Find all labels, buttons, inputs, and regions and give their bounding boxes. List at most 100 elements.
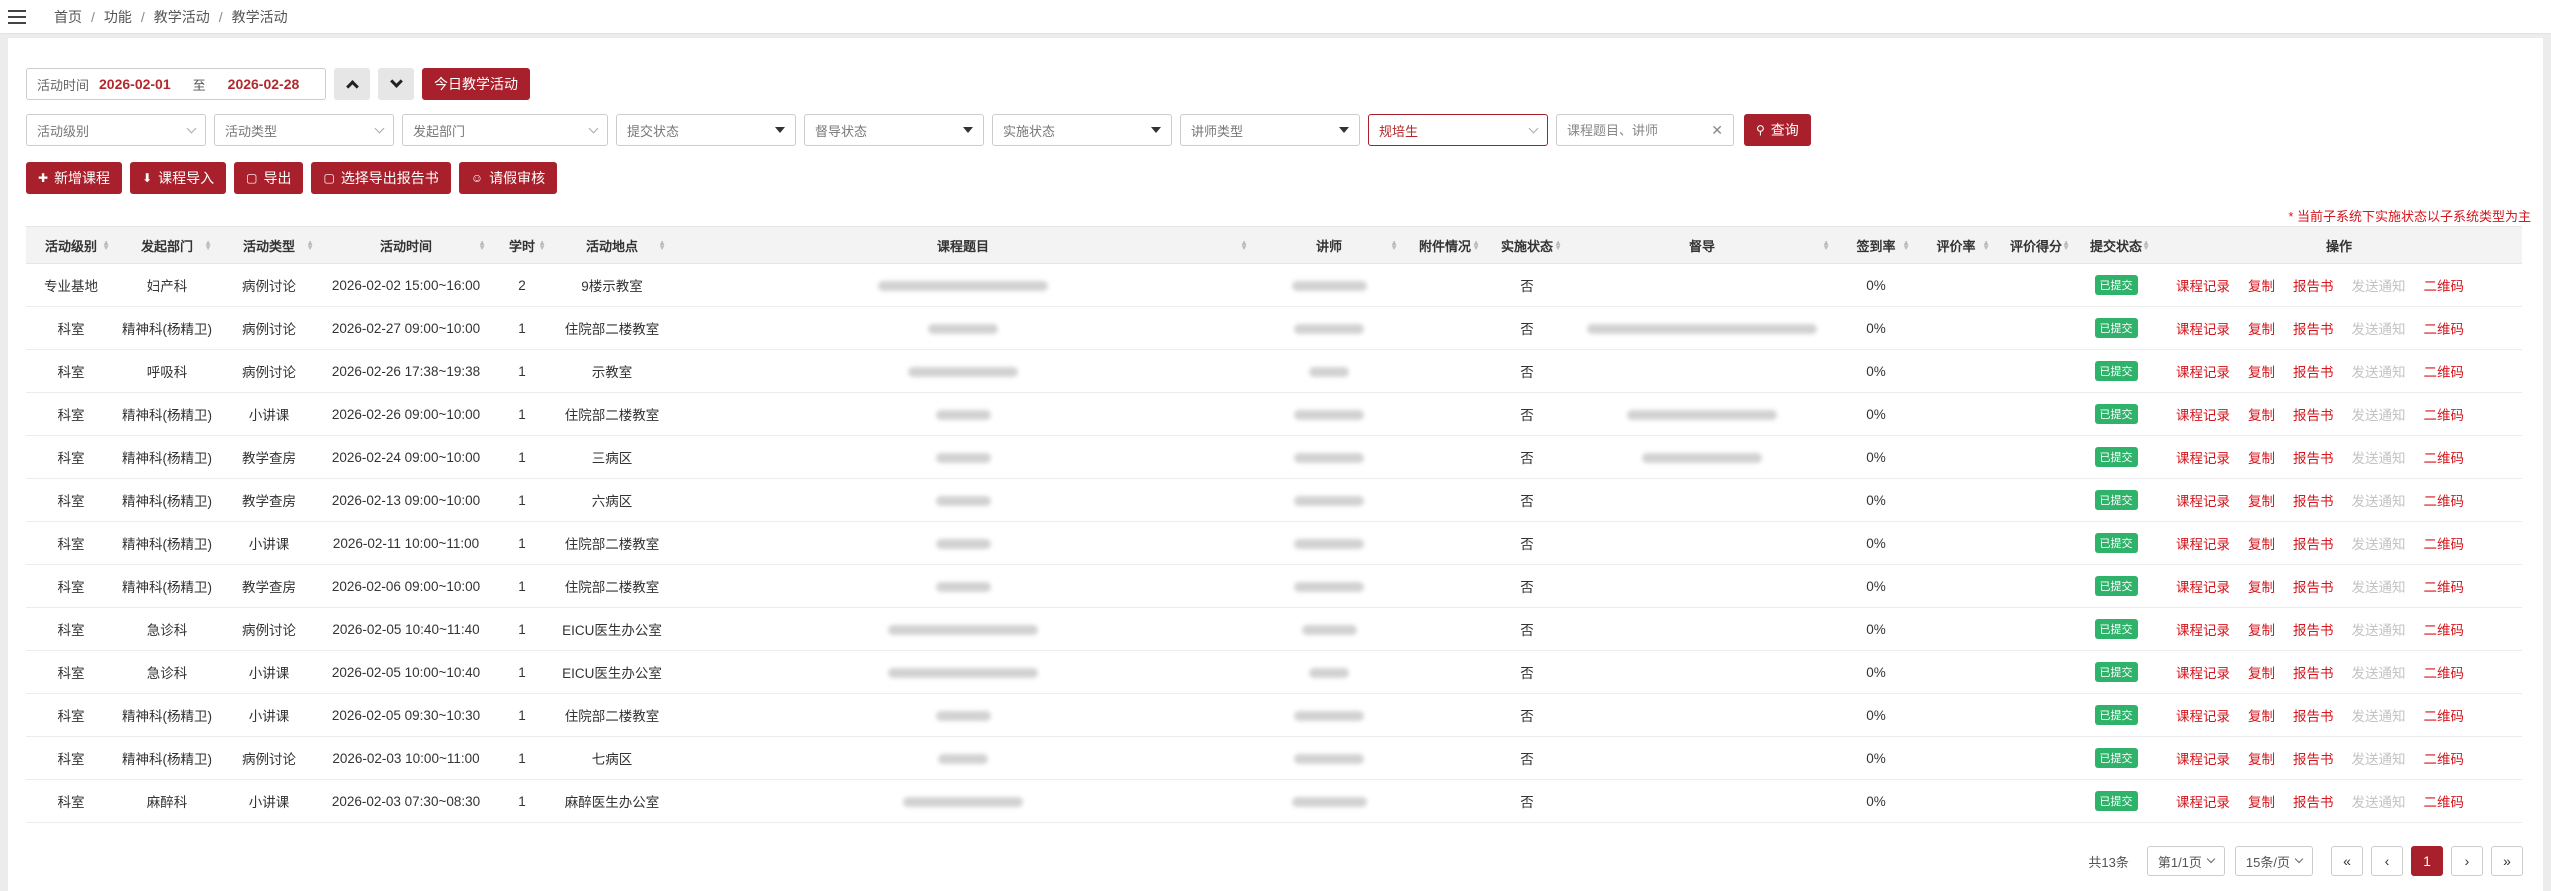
course-record-link[interactable]: 课程记录	[2176, 451, 2230, 466]
copy-link[interactable]: 复制	[2248, 709, 2275, 724]
copy-link[interactable]: 复制	[2248, 322, 2275, 337]
copy-link[interactable]: 复制	[2248, 494, 2275, 509]
copy-link[interactable]: 复制	[2248, 752, 2275, 767]
export-button[interactable]: ▢ 导出	[234, 162, 304, 194]
course-record-link[interactable]: 课程记录	[2176, 795, 2230, 810]
sort-icon[interactable]: ▲ ▼	[658, 239, 666, 252]
first-page-button[interactable]: «	[2331, 846, 2363, 876]
column-header[interactable]: 活动类型 ▲ ▼	[218, 226, 320, 264]
sort-icon[interactable]: ▲ ▼	[306, 239, 314, 252]
column-header[interactable]: 活动地点 ▲ ▼	[552, 226, 672, 264]
qrcode-link[interactable]: 二维码	[2424, 408, 2465, 423]
sort-icon[interactable]: ▲ ▼	[1390, 239, 1398, 252]
date-range-picker[interactable]: 活动时间 2026-02-01 至 2026-02-28	[26, 68, 326, 100]
clear-icon[interactable]: ✕	[1711, 122, 1723, 139]
qrcode-link[interactable]: 二维码	[2424, 494, 2465, 509]
report-link[interactable]: 报告书	[2293, 580, 2334, 595]
level-select[interactable]: 活动级别	[26, 114, 206, 146]
query-button[interactable]: ⚲ 查询	[1744, 114, 1811, 146]
column-header[interactable]: 活动级别 ▲ ▼	[26, 226, 116, 264]
copy-link[interactable]: 复制	[2248, 279, 2275, 294]
copy-link[interactable]: 复制	[2248, 537, 2275, 552]
column-header[interactable]: 讲师 ▲ ▼	[1254, 226, 1404, 264]
copy-link[interactable]: 复制	[2248, 666, 2275, 681]
sort-icon[interactable]: ▲ ▼	[2142, 239, 2150, 252]
column-header[interactable]: 附件情况 ▲ ▼	[1404, 226, 1486, 264]
column-header[interactable]: 签到率 ▲ ▼	[1836, 226, 1916, 264]
last-page-button[interactable]: »	[2491, 846, 2523, 876]
column-header[interactable]: 提交状态 ▲ ▼	[2076, 226, 2156, 264]
search-input[interactable]	[1567, 122, 1707, 138]
sort-icon[interactable]: ▲ ▼	[1240, 239, 1248, 252]
report-link[interactable]: 报告书	[2293, 408, 2334, 423]
column-header[interactable]: 活动时间 ▲ ▼	[320, 226, 492, 264]
report-link[interactable]: 报告书	[2293, 451, 2334, 466]
breadcrumb-teaching[interactable]: 教学活动	[154, 7, 210, 27]
qrcode-link[interactable]: 二维码	[2424, 537, 2465, 552]
today-activity-button[interactable]: 今日教学活动	[422, 68, 530, 100]
report-link[interactable]: 报告书	[2293, 623, 2334, 638]
export-report-button[interactable]: ▢ 选择导出报告书	[311, 162, 451, 194]
course-record-link[interactable]: 课程记录	[2176, 322, 2230, 337]
lecturer-type-select[interactable]: 讲师类型	[1180, 114, 1360, 146]
sort-icon[interactable]: ▲ ▼	[1472, 239, 1480, 252]
copy-link[interactable]: 复制	[2248, 451, 2275, 466]
prev-page-button[interactable]: ‹	[2371, 846, 2403, 876]
course-record-link[interactable]: 课程记录	[2176, 365, 2230, 380]
page-1-button[interactable]: 1	[2411, 846, 2443, 876]
add-course-button[interactable]: ✚ 新增课程	[26, 162, 123, 194]
report-link[interactable]: 报告书	[2293, 537, 2334, 552]
column-header[interactable]: 评价率 ▲ ▼	[1916, 226, 1996, 264]
report-link[interactable]: 报告书	[2293, 752, 2334, 767]
breadcrumb-home[interactable]: 首页	[54, 7, 82, 27]
sort-icon[interactable]: ▲ ▼	[478, 239, 486, 252]
import-course-button[interactable]: ⬇ 课程导入	[130, 162, 227, 194]
prev-period-button[interactable]	[334, 68, 370, 100]
date-start[interactable]: 2026-02-01	[99, 76, 171, 92]
column-header[interactable]: 发起部门 ▲ ▼	[116, 226, 218, 264]
sort-icon[interactable]: ▲ ▼	[538, 239, 546, 252]
course-record-link[interactable]: 课程记录	[2176, 494, 2230, 509]
sort-icon[interactable]: ▲ ▼	[1554, 239, 1562, 252]
page-size-select[interactable]: 15条/页	[2234, 846, 2313, 876]
type-select[interactable]: 活动类型	[214, 114, 394, 146]
qrcode-link[interactable]: 二维码	[2424, 451, 2465, 466]
copy-link[interactable]: 复制	[2248, 623, 2275, 638]
sort-icon[interactable]: ▲ ▼	[1902, 239, 1910, 252]
page-select[interactable]: 第1/1页	[2146, 846, 2225, 876]
qrcode-link[interactable]: 二维码	[2424, 752, 2465, 767]
report-link[interactable]: 报告书	[2293, 279, 2334, 294]
sort-icon[interactable]: ▲ ▼	[2062, 239, 2070, 252]
column-header[interactable]: 课程题目 ▲ ▼	[672, 226, 1254, 264]
copy-link[interactable]: 复制	[2248, 795, 2275, 810]
supervise-status-select[interactable]: 督导状态	[804, 114, 984, 146]
sort-icon[interactable]: ▲ ▼	[102, 239, 110, 252]
sort-icon[interactable]: ▲ ▼	[204, 239, 212, 252]
search-box[interactable]: ✕	[1556, 114, 1734, 146]
course-record-link[interactable]: 课程记录	[2176, 537, 2230, 552]
copy-link[interactable]: 复制	[2248, 365, 2275, 380]
report-link[interactable]: 报告书	[2293, 666, 2334, 681]
qrcode-link[interactable]: 二维码	[2424, 580, 2465, 595]
course-record-link[interactable]: 课程记录	[2176, 279, 2230, 294]
trainee-select[interactable]: 规培生	[1368, 114, 1548, 146]
copy-link[interactable]: 复制	[2248, 580, 2275, 595]
sort-icon[interactable]: ▲ ▼	[1822, 239, 1830, 252]
qrcode-link[interactable]: 二维码	[2424, 279, 2465, 294]
course-record-link[interactable]: 课程记录	[2176, 709, 2230, 724]
breadcrumb-function[interactable]: 功能	[104, 7, 132, 27]
next-period-button[interactable]	[378, 68, 414, 100]
column-header[interactable]: 实施状态 ▲ ▼	[1486, 226, 1568, 264]
submit-status-select[interactable]: 提交状态	[616, 114, 796, 146]
date-end[interactable]: 2026-02-28	[228, 76, 300, 92]
menu-icon[interactable]	[0, 0, 34, 34]
qrcode-link[interactable]: 二维码	[2424, 623, 2465, 638]
course-record-link[interactable]: 课程记录	[2176, 623, 2230, 638]
report-link[interactable]: 报告书	[2293, 494, 2334, 509]
course-record-link[interactable]: 课程记录	[2176, 408, 2230, 423]
report-link[interactable]: 报告书	[2293, 322, 2334, 337]
course-record-link[interactable]: 课程记录	[2176, 666, 2230, 681]
course-record-link[interactable]: 课程记录	[2176, 580, 2230, 595]
report-link[interactable]: 报告书	[2293, 365, 2334, 380]
qrcode-link[interactable]: 二维码	[2424, 365, 2465, 380]
